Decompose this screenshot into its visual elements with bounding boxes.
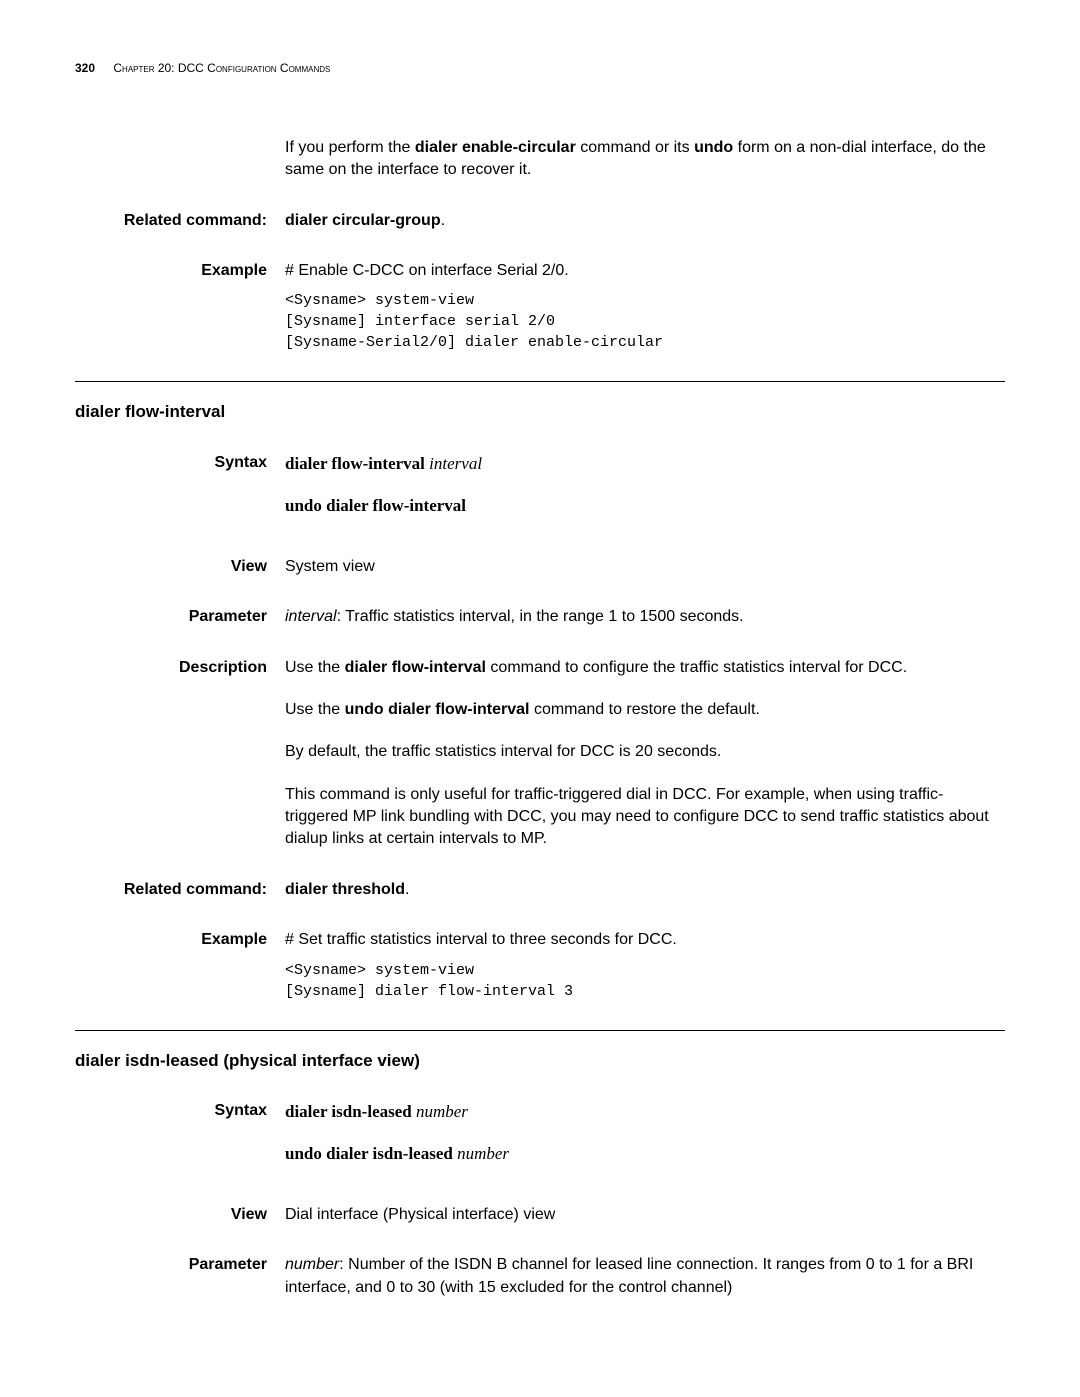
desc-p4: This command is only useful for traffic-…: [285, 784, 1005, 851]
example-code: <Sysname> system-view [Sysname] interfac…: [285, 290, 1005, 353]
example-label: Example: [75, 260, 285, 353]
intro-cmd2: undo: [694, 139, 733, 156]
syntax-cmd: dialer isdn-leased: [285, 1102, 412, 1121]
intro-text: If you perform the: [285, 139, 415, 156]
parameter-label: Parameter: [75, 606, 285, 628]
page-number: 320: [75, 61, 95, 75]
view-value: System view: [285, 556, 1005, 578]
syntax-undo-arg: number: [453, 1144, 509, 1163]
view-label: View: [75, 556, 285, 578]
desc-cmd1: dialer flow-interval: [345, 659, 486, 676]
example-code: <Sysname> system-view [Sysname] dialer f…: [285, 960, 1005, 1002]
page-header: 320 Chapter 20: DCC Configuration Comman…: [75, 60, 1005, 77]
intro-cmd1: dialer enable-circular: [415, 139, 576, 156]
section-heading: dialer isdn-leased (physical interface v…: [75, 1049, 1005, 1073]
section-divider: [75, 381, 1005, 382]
section-divider: [75, 1030, 1005, 1031]
chapter-title: Chapter 20: DCC Configuration Commands: [113, 61, 330, 75]
description-label: Description: [75, 657, 285, 851]
syntax-arg: number: [412, 1102, 468, 1121]
syntax-arg: interval: [425, 454, 482, 473]
section-heading: dialer flow-interval: [75, 400, 1005, 424]
syntax-undo: undo dialer flow-interval: [285, 494, 1005, 518]
view-value: Dial interface (Physical interface) view: [285, 1204, 1005, 1226]
desc-cmd2: undo dialer flow-interval: [345, 701, 530, 718]
parameter-arg: number: [285, 1256, 339, 1273]
parameter-arg: interval: [285, 608, 337, 625]
related-label: Related command:: [75, 210, 285, 232]
example-label: Example: [75, 929, 285, 1001]
syntax-cmd: dialer flow-interval: [285, 454, 425, 473]
related-value: dialer circular-group: [285, 212, 441, 229]
desc-p3: By default, the traffic statistics inter…: [285, 741, 1005, 763]
example-desc: # Set traffic statistics interval to thr…: [285, 929, 1005, 951]
syntax-undo: undo dialer isdn-leased: [285, 1144, 453, 1163]
syntax-label: Syntax: [75, 1100, 285, 1166]
example-desc: # Enable C-DCC on interface Serial 2/0.: [285, 260, 1005, 282]
syntax-label: Syntax: [75, 452, 285, 518]
related-label: Related command:: [75, 879, 285, 901]
parameter-label: Parameter: [75, 1254, 285, 1299]
related-value: dialer threshold: [285, 881, 405, 898]
view-label: View: [75, 1204, 285, 1226]
